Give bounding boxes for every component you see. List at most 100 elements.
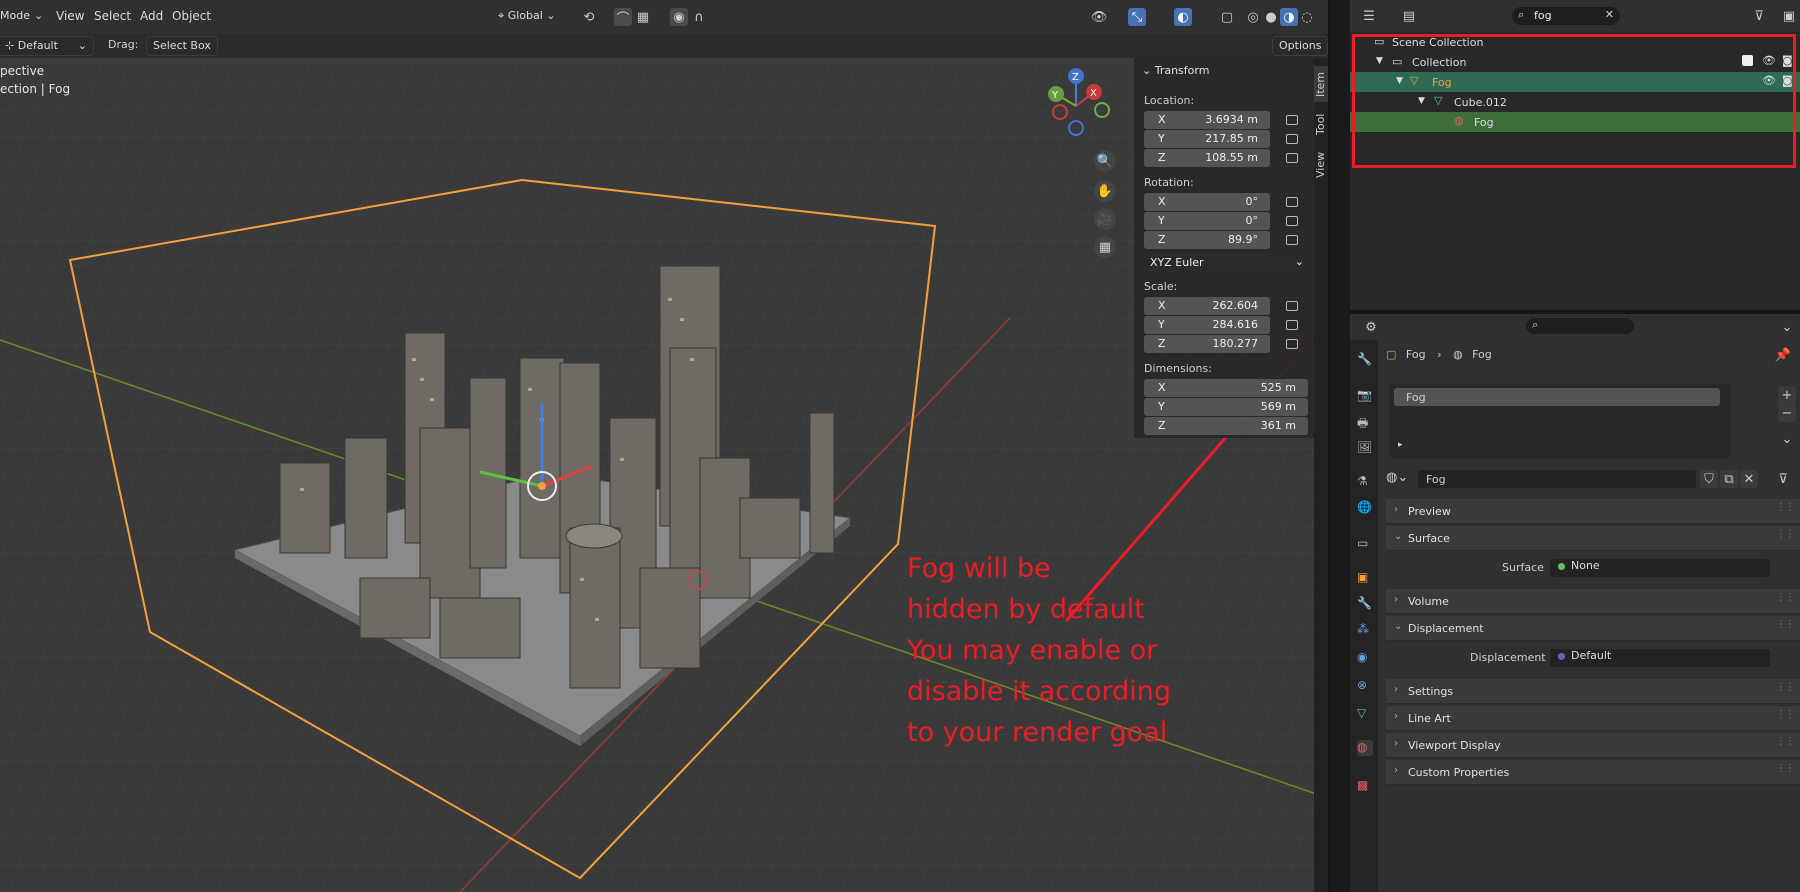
material-browse-icon[interactable]: ◍⌄ — [1386, 470, 1408, 485]
modifier-tab-icon[interactable]: 🔧 — [1357, 596, 1373, 612]
menu-view[interactable]: View — [56, 9, 84, 23]
options-dropdown[interactable]: Options ⌄ — [1272, 36, 1328, 70]
filter-icon[interactable]: ⊽ — [1750, 7, 1768, 25]
drag-handle-icon[interactable]: ⋮⋮ — [1776, 682, 1795, 693]
lock-icon[interactable] — [1286, 339, 1298, 349]
tool-tab-icon[interactable]: 🔧 — [1357, 352, 1373, 368]
surface-shader-field[interactable]: None — [1550, 559, 1770, 577]
display-mode-icon[interactable]: ▤ — [1400, 7, 1418, 25]
surface-section[interactable]: ⌄ Surface ⋮⋮ — [1386, 526, 1800, 551]
location-z-field[interactable]: Z 108.55 m — [1144, 149, 1270, 167]
object-tab-icon[interactable]: ▣ — [1357, 570, 1373, 586]
menu-object[interactable]: Object — [172, 9, 211, 23]
drag-handle-icon[interactable]: ⋮⋮ — [1776, 529, 1795, 540]
location-y-field[interactable]: Y 217.85 m — [1144, 130, 1270, 148]
material-slot-list[interactable]: Fog ▸ — [1390, 384, 1730, 458]
duplicate-icon[interactable]: ⧉ — [1720, 470, 1738, 488]
lock-icon[interactable] — [1286, 134, 1298, 144]
grid-view-icon[interactable]: ▦ — [1094, 236, 1116, 258]
scale-x-field[interactable]: X 262.604 — [1144, 297, 1270, 315]
chevron-down-icon[interactable]: ⌄ — [1778, 318, 1796, 336]
drag-dropdown[interactable]: Select Box ⌄ — [146, 36, 218, 70]
camera-icon[interactable]: 🎥 — [1094, 208, 1116, 230]
menu-add[interactable]: Add — [140, 9, 163, 23]
constraints-tab-icon[interactable]: ⊗ — [1357, 678, 1373, 694]
physics-tab-icon[interactable]: ◉ — [1357, 650, 1373, 666]
navigation-gizmo[interactable]: Z X Y — [1036, 66, 1116, 146]
menu-select[interactable]: Select — [94, 9, 131, 23]
rotation-mode-dropdown[interactable]: XYZ Euler ⌄ — [1144, 254, 1308, 272]
data-tab-icon[interactable]: ▽ — [1357, 706, 1373, 722]
proportional-edit-icon[interactable]: ◉ — [670, 8, 688, 26]
rotation-y-field[interactable]: Y 0° — [1144, 212, 1270, 230]
view-layer-tab-icon[interactable]: 🖼 — [1357, 440, 1373, 456]
lock-icon[interactable] — [1286, 197, 1298, 207]
disclosure-triangle-icon[interactable]: ▸ — [1398, 440, 1403, 450]
drag-handle-icon[interactable]: ⋮⋮ — [1776, 592, 1795, 603]
location-x-field[interactable]: X 3.6934 m — [1144, 111, 1270, 129]
3d-viewport[interactable]: pective ection | Fog Z X Y 🔍 ✋ 🎥 ▦ Fog w… — [0, 58, 1328, 892]
visibility-icon[interactable]: 👁 — [1090, 8, 1108, 26]
transform-panel-header[interactable]: ⌄ Transform — [1142, 64, 1209, 77]
transform-pivot-dropdown[interactable]: ⊹ Default ⌄ — [0, 36, 94, 56]
drag-handle-icon[interactable]: ⋮⋮ — [1776, 709, 1795, 720]
volume-section[interactable]: › Volume ⋮⋮ — [1386, 589, 1800, 614]
dimensions-x-field[interactable]: X 525 m — [1144, 379, 1308, 397]
gizmo-icon[interactable]: ⤡ — [1128, 8, 1146, 26]
collection-tab-icon[interactable]: ▭ — [1357, 536, 1373, 552]
tab-tool[interactable]: Tool — [1314, 108, 1328, 140]
pin-icon[interactable]: 📌 — [1774, 346, 1792, 364]
editor-type-icon[interactable]: ⚙ — [1362, 318, 1380, 336]
wireframe-shading-icon[interactable]: ◎ — [1244, 8, 1262, 26]
unlink-icon[interactable]: ✕ — [1740, 470, 1758, 488]
custom-properties-section[interactable]: › Custom Properties ⋮⋮ — [1386, 760, 1800, 785]
output-tab-icon[interactable]: 🖶 — [1357, 414, 1373, 430]
tab-view[interactable]: View — [1314, 148, 1328, 182]
texture-tab-icon[interactable]: ▩ — [1357, 778, 1373, 794]
dimensions-z-field[interactable]: Z 361 m — [1144, 417, 1308, 435]
viewport-display-section[interactable]: › Viewport Display ⋮⋮ — [1386, 733, 1800, 758]
lock-icon[interactable] — [1286, 216, 1298, 226]
dimensions-y-field[interactable]: Y 569 m — [1144, 398, 1308, 416]
solid-shading-icon[interactable]: ● — [1262, 8, 1280, 26]
material-shading-icon[interactable]: ◑ — [1280, 8, 1298, 26]
drag-handle-icon[interactable]: ⋮⋮ — [1776, 502, 1795, 513]
line-art-section[interactable]: › Line Art ⋮⋮ — [1386, 706, 1800, 731]
remove-slot-icon[interactable]: − — [1778, 404, 1796, 422]
node-filter-icon[interactable]: ⊽ — [1774, 470, 1792, 488]
drag-handle-icon[interactable]: ⋮⋮ — [1776, 619, 1795, 630]
scale-y-field[interactable]: Y 284.616 — [1144, 316, 1270, 334]
lock-icon[interactable] — [1286, 153, 1298, 163]
drag-handle-icon[interactable]: ⋮⋮ — [1776, 736, 1795, 747]
settings-section[interactable]: › Settings ⋮⋮ — [1386, 679, 1800, 704]
rotation-x-field[interactable]: X 0° — [1144, 193, 1270, 211]
material-tab-icon[interactable]: ◍ — [1357, 740, 1373, 756]
scene-tab-icon[interactable]: ⚗ — [1357, 474, 1373, 490]
transform-orientation-dropdown[interactable]: ⌖ Global ⌄ — [492, 7, 570, 27]
scale-z-field[interactable]: Z 180.277 — [1144, 335, 1270, 353]
properties-search-input[interactable]: ⌕ — [1526, 318, 1634, 334]
pivot-icon[interactable]: ⟲ — [580, 8, 598, 26]
render-tab-icon[interactable]: 📷 — [1357, 388, 1373, 404]
add-slot-icon[interactable]: + — [1778, 386, 1796, 404]
rendered-shading-icon[interactable]: ◌ — [1298, 8, 1316, 26]
xray-icon[interactable]: ▢ — [1218, 8, 1236, 26]
lock-icon[interactable] — [1286, 301, 1298, 311]
magnet-icon[interactable]: ⌒ — [614, 8, 632, 27]
lock-icon[interactable] — [1286, 115, 1298, 125]
close-icon[interactable]: ✕ — [1605, 8, 1614, 21]
chevron-down-icon[interactable]: ⌄ — [1778, 430, 1796, 448]
lock-icon[interactable] — [1286, 235, 1298, 245]
overlay-icon[interactable]: ◐ — [1174, 8, 1192, 26]
displacement-field[interactable]: Default — [1550, 649, 1770, 667]
mode-dropdown[interactable]: Mode ⌄ — [0, 7, 43, 27]
rotation-z-field[interactable]: Z 89.9° — [1144, 231, 1270, 249]
hand-icon[interactable]: ✋ — [1094, 180, 1116, 202]
world-tab-icon[interactable]: 🌐 — [1357, 500, 1373, 516]
new-collection-icon[interactable]: ▣ — [1780, 7, 1798, 25]
material-slot-item[interactable]: Fog — [1394, 388, 1720, 406]
outliner-search-input[interactable]: ⌕ fog ✕ — [1512, 7, 1620, 25]
tab-item[interactable]: Item — [1314, 66, 1328, 102]
lock-icon[interactable] — [1286, 320, 1298, 330]
material-name-field[interactable]: Fog — [1418, 470, 1696, 488]
